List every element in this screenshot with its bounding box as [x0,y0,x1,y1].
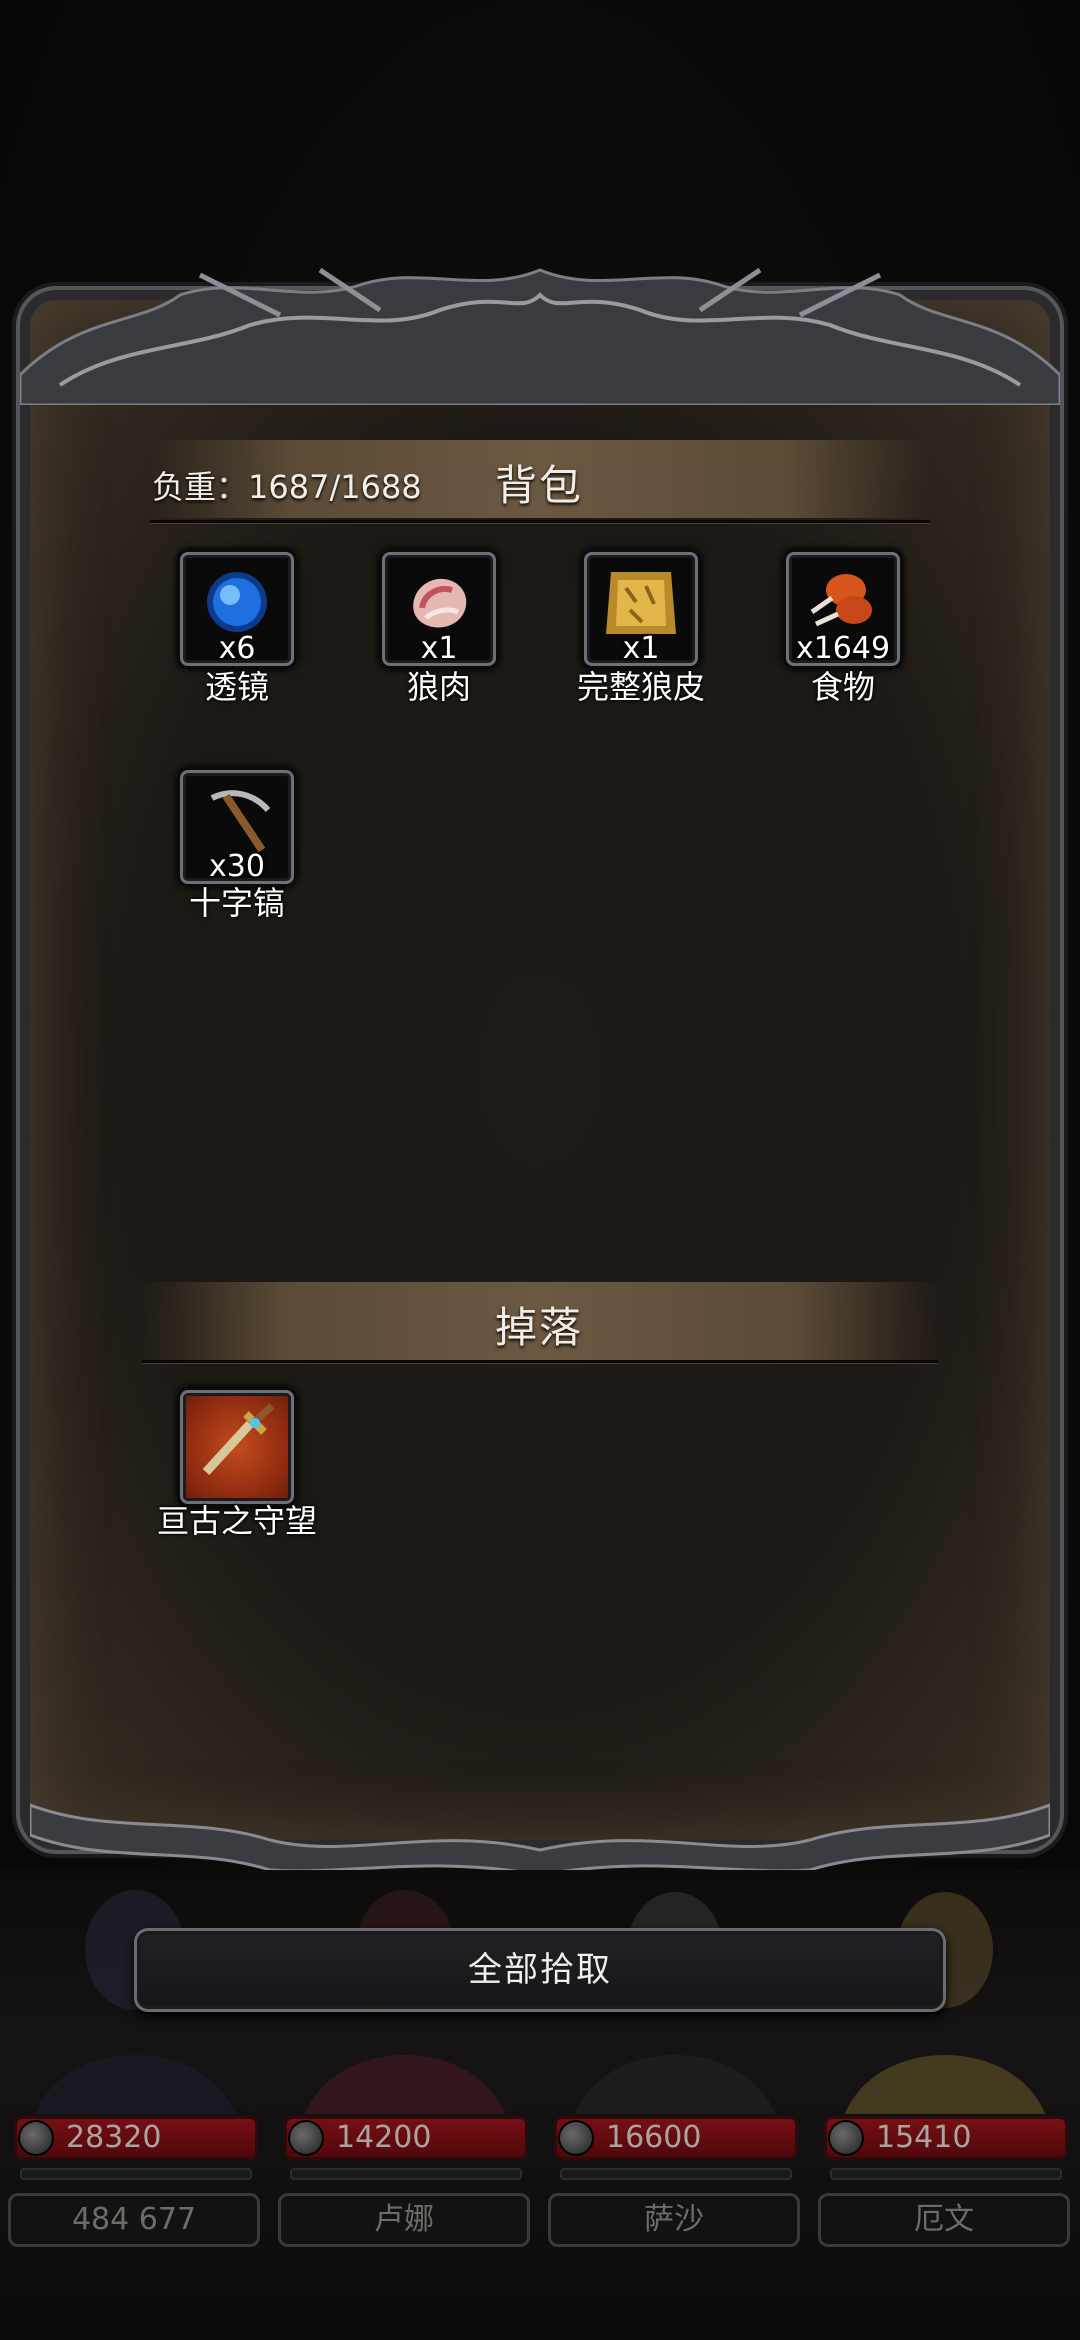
item-count: x1649 [795,631,891,666]
bag-slot-wolf-pelt[interactable]: x1 [580,548,702,670]
hp-icon [18,2120,54,2156]
hero-2-sub-bar [290,2168,522,2180]
drumstick-icon [810,574,872,627]
bag-slot-lens[interactable]: x6 [176,548,298,670]
hero-3-sub-bar [560,2168,792,2180]
hero-4-hp-value: 15410 [876,2120,972,2155]
hero-1-name-plate[interactable]: 484 677 [8,2193,260,2247]
fur-pelt-icon [606,572,676,634]
bag-slot-pickaxe[interactable]: x30 [176,766,298,888]
drop-header-divider [142,1360,938,1363]
item-name: 食物 [810,668,875,706]
panel-ornament-bottom [30,1803,1050,1875]
meat-icon [413,578,467,628]
pickup-all-button[interactable]: 全部拾取 [134,1928,946,2012]
panel-ornament-top [20,267,1060,405]
hero-2-hp-value: 14200 [336,2120,432,2155]
dagger-icon [202,1403,275,1476]
inventory-panel [30,300,1050,1840]
bag-header-divider [150,520,930,523]
pickaxe-icon [210,790,271,853]
item-name: 透镜 [204,668,269,706]
item-name: 十字镐 [188,884,285,922]
hp-icon [288,2120,324,2156]
item-count: x6 [218,631,256,666]
item-name: 狼肉 [406,668,471,706]
hero-3-name-plate[interactable]: 萨沙 [548,2193,800,2247]
bag-slot-wolf-meat[interactable]: x1 [378,548,500,670]
hero-4-sub-bar [830,2168,1062,2180]
hero-3-hp-value: 16600 [606,2120,702,2155]
bag-slot-food[interactable]: x1649 [782,548,904,670]
hp-icon [558,2120,594,2156]
item-name: 亘古之守望 [156,1502,317,1540]
hero-4-name-plate[interactable]: 厄文 [818,2193,1070,2247]
weight-label: 负重：1687/1688 [152,468,422,506]
hero-4-hp-bar: 15410 [824,2116,1068,2160]
hero-1-hp-value: 28320 [66,2120,162,2155]
drop-title: 掉落 [495,1303,584,1352]
hero-2-name-plate[interactable]: 卢娜 [278,2193,530,2247]
hero-1-hp-bar: 28320 [14,2116,258,2160]
hp-icon [828,2120,864,2156]
hero-3-hp-bar: 16600 [554,2116,798,2160]
hero-1-sub-bar [20,2168,252,2180]
item-name: 完整狼皮 [576,668,705,706]
drop-slot-ancient-watch[interactable] [176,1386,298,1508]
hero-2-hp-bar: 14200 [284,2116,528,2160]
bag-title: 背包 [495,461,584,510]
item-count: x1 [420,631,458,666]
blue-orb-icon [207,572,267,632]
item-count: x1 [622,631,660,666]
